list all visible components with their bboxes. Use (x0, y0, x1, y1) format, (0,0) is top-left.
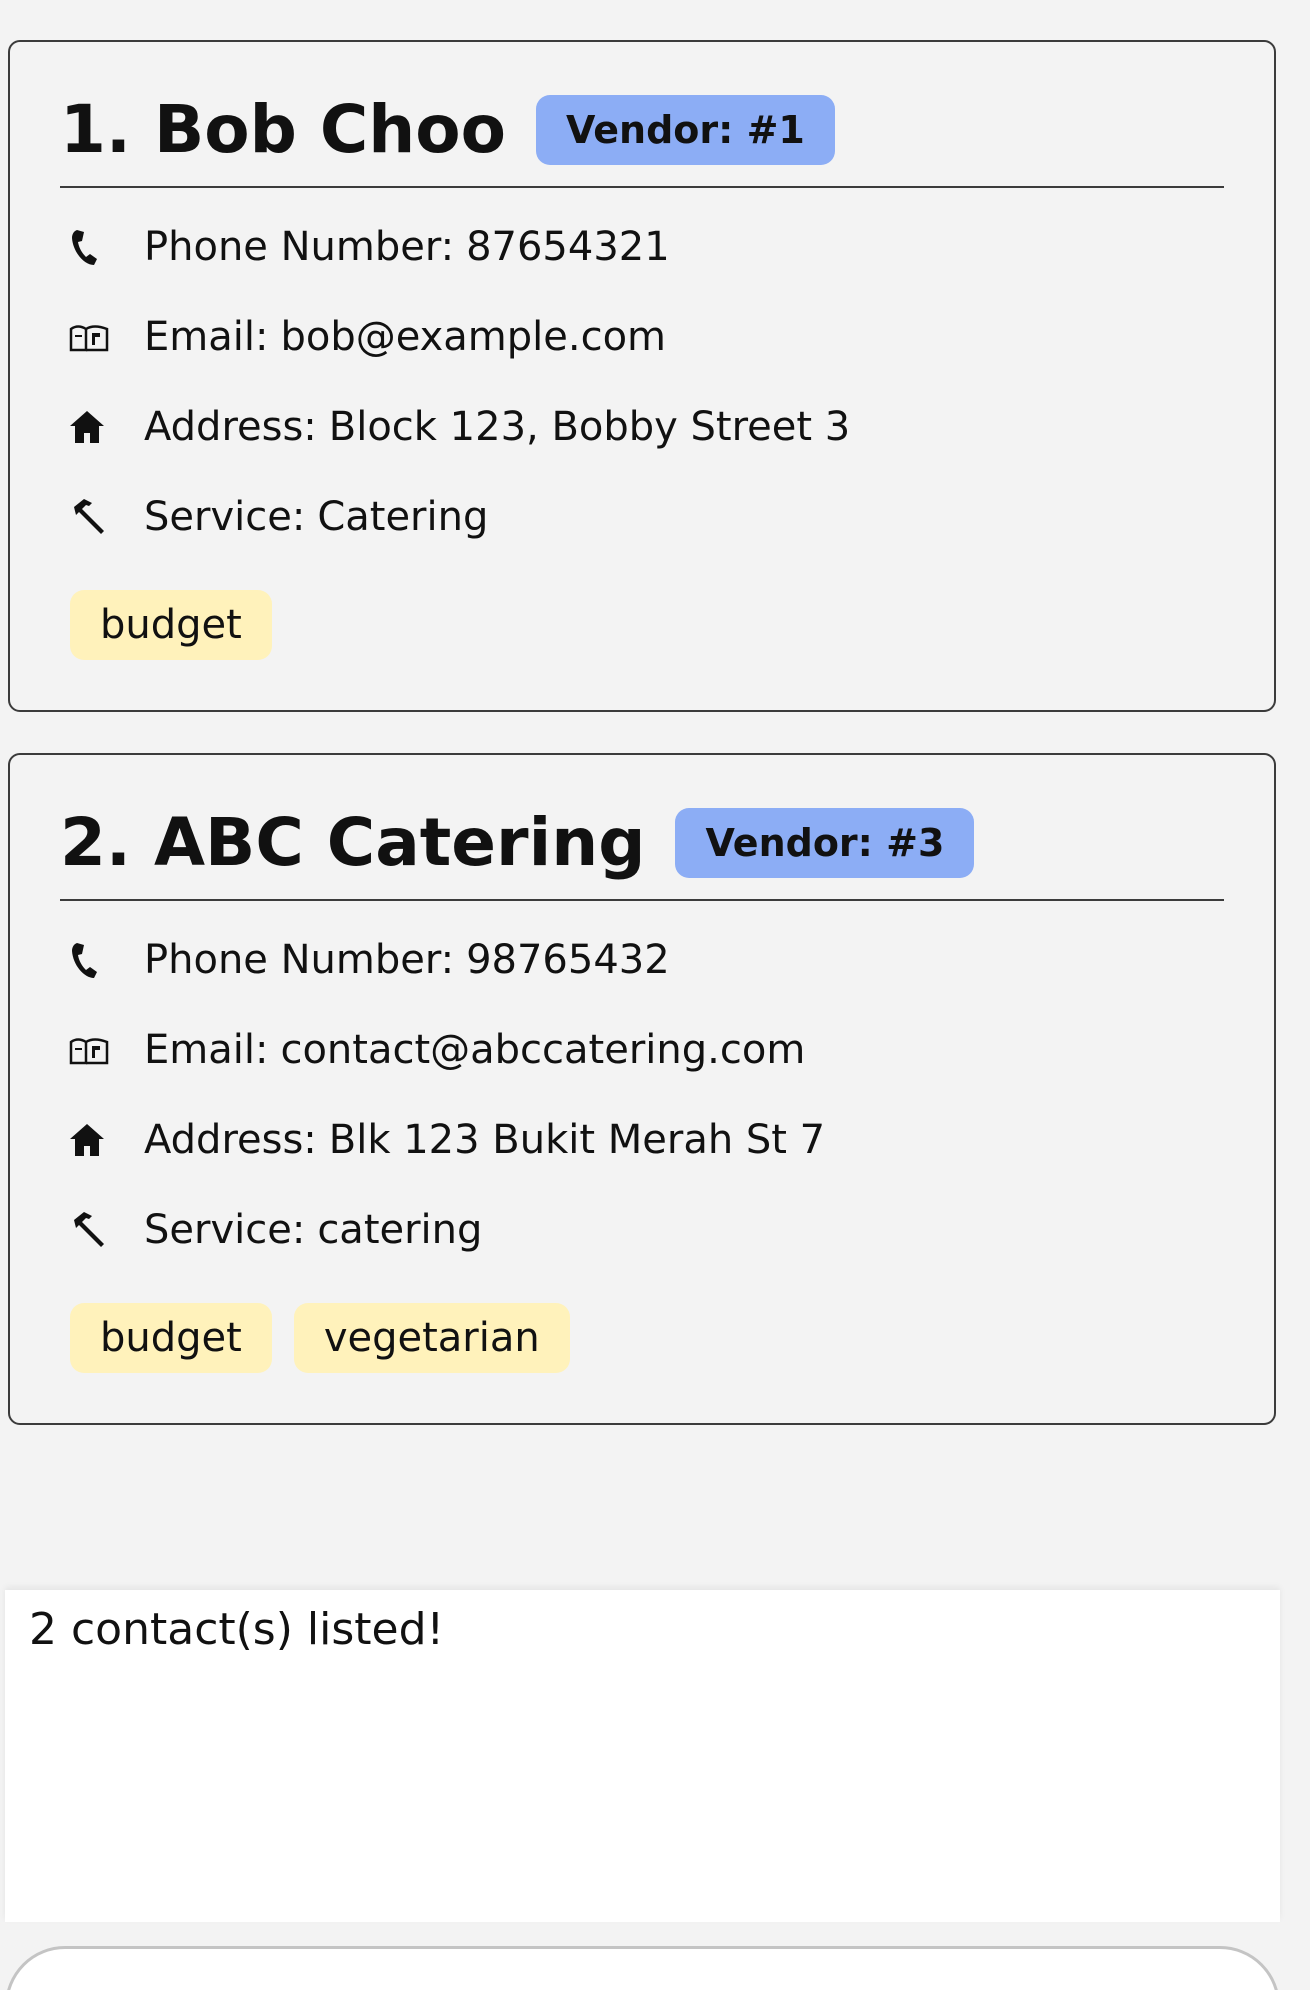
house-icon (68, 397, 128, 457)
service-label: Service: (144, 1207, 306, 1253)
tag-list: budget vegetarian (70, 1303, 570, 1373)
address-label: Address: (144, 404, 317, 450)
service-value: Catering (317, 494, 489, 540)
phone-icon (68, 217, 128, 277)
service-field: Service: catering (68, 1200, 482, 1260)
phone-label: Phone Number: (144, 224, 455, 270)
card-header: 1. Bob Choo Vendor: #1 (60, 90, 835, 170)
email-value: contact@abccatering.com (280, 1027, 806, 1073)
tag-list: budget (70, 590, 272, 660)
result-display[interactable]: 2 contact(s) listed! (5, 1590, 1280, 1922)
phone-field: Phone Number: 98765432 (68, 930, 670, 990)
card-header: 2. ABC Catering Vendor: #3 (60, 803, 975, 883)
contact-name: 1. Bob Choo (60, 91, 506, 168)
mailbox-icon (68, 1020, 128, 1080)
hammer-icon (68, 487, 128, 547)
service-field: Service: Catering (68, 487, 488, 547)
tag: budget (70, 590, 272, 660)
address-field: Address: Block 123, Bobby Street 3 (68, 397, 850, 457)
contact-card[interactable]: 1. Bob Choo Vendor: #1 Phone Number: 876… (8, 40, 1276, 712)
contact-list-page: 1. Bob Choo Vendor: #1 Phone Number: 876… (0, 0, 1310, 1990)
phone-value: 98765432 (466, 937, 670, 983)
email-label: Email: (144, 314, 269, 360)
command-input[interactable] (5, 1946, 1280, 1990)
house-icon (68, 1110, 128, 1170)
divider (60, 899, 1224, 901)
service-label: Service: (144, 494, 306, 540)
address-field: Address: Blk 123 Bukit Merah St 7 (68, 1110, 825, 1170)
address-value: Block 123, Bobby Street 3 (328, 404, 851, 450)
result-message: 2 contact(s) listed! (29, 1604, 445, 1655)
divider (60, 186, 1224, 188)
phone-value: 87654321 (466, 224, 670, 270)
email-field: Email: bob@example.com (68, 307, 666, 367)
email-field: Email: contact@abccatering.com (68, 1020, 805, 1080)
contact-name: 2. ABC Catering (60, 804, 646, 881)
address-label: Address: (144, 1117, 317, 1163)
mailbox-icon (68, 307, 128, 367)
phone-label: Phone Number: (144, 937, 455, 983)
vendor-badge: Vendor: #3 (675, 808, 975, 878)
vendor-badge: Vendor: #1 (535, 95, 835, 165)
contact-card[interactable]: 2. ABC Catering Vendor: #3 Phone Number:… (8, 753, 1276, 1425)
service-value: catering (317, 1207, 483, 1253)
phone-icon (68, 930, 128, 990)
tag: vegetarian (293, 1303, 570, 1373)
address-value: Blk 123 Bukit Merah St 7 (328, 1117, 826, 1163)
tag: budget (70, 1303, 272, 1373)
phone-field: Phone Number: 87654321 (68, 217, 670, 277)
hammer-icon (68, 1200, 128, 1260)
email-label: Email: (144, 1027, 269, 1073)
email-value: bob@example.com (280, 314, 667, 360)
